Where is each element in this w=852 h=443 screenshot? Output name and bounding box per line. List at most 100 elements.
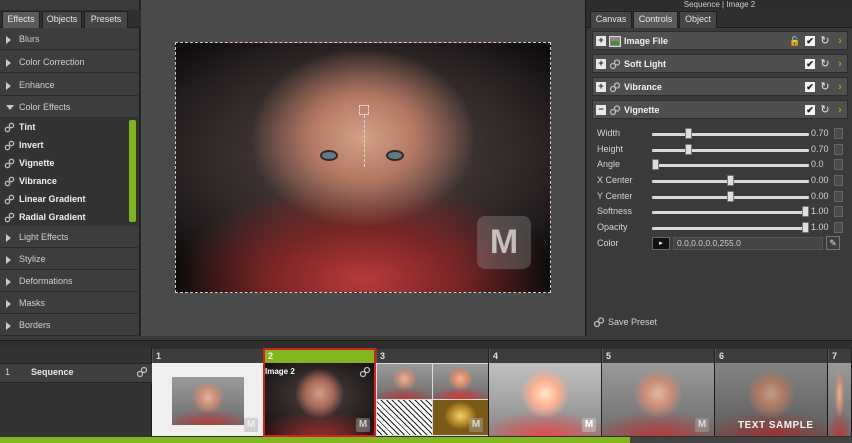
enable-checkbox[interactable]: ✔ [805, 59, 815, 69]
effect-vignette[interactable]: Vignette [0, 154, 128, 172]
layer-image-file[interactable]: + Image File 🔓 ✔ ↻ › [592, 31, 848, 50]
frame-number-5[interactable]: 5 [602, 349, 715, 363]
param-value[interactable]: 0.70 [811, 128, 829, 138]
tab-objects[interactable]: Objects [42, 11, 82, 28]
reset-icon[interactable]: ↻ [819, 35, 831, 47]
category-color-correction[interactable]: Color Correction [0, 51, 138, 73]
frame-number-6[interactable]: 6 [715, 349, 828, 363]
effect-label: Invert [19, 140, 44, 150]
param-value[interactable]: 0.00 [811, 175, 829, 185]
reset-icon[interactable]: ↻ [819, 58, 831, 70]
vignette-center-handle[interactable] [359, 105, 369, 115]
slider-track[interactable] [652, 164, 809, 167]
lock-icon[interactable]: 🔓 [789, 35, 801, 47]
effect-linear-gradient[interactable]: Linear Gradient [0, 190, 128, 208]
category-label: Stylize [19, 254, 46, 264]
spin-button[interactable] [834, 206, 843, 217]
enable-checkbox[interactable]: ✔ [805, 82, 815, 92]
thumbnail-image [172, 377, 244, 425]
slider-knob[interactable] [685, 144, 692, 155]
tab-controls[interactable]: Controls [633, 11, 678, 28]
expand-toggle[interactable]: + [596, 36, 606, 46]
layer-soft-light[interactable]: + Soft Light ✔ ↻ › [592, 54, 848, 73]
slider-knob[interactable] [802, 206, 809, 217]
category-enhance[interactable]: Enhance [0, 74, 138, 96]
slider-knob[interactable] [685, 128, 692, 139]
frame-number-4[interactable]: 4 [489, 349, 602, 363]
effect-list: Tint Invert Vignette Vibrance Linear Gra… [0, 118, 138, 226]
frame-number-1[interactable]: 1 [152, 349, 264, 363]
arrow-right-icon[interactable]: › [835, 58, 845, 70]
category-color-effects[interactable]: Color Effects [0, 96, 138, 118]
param-value[interactable]: 0.70 [811, 144, 829, 154]
category-deformations[interactable]: Deformations [0, 270, 138, 292]
tab-effects[interactable]: Effects [2, 11, 40, 28]
panel-title: Sequence | Image 2 [587, 0, 852, 10]
category-borders[interactable]: Borders [0, 314, 138, 336]
effect-list-scrollbar[interactable] [129, 120, 136, 222]
slider-track[interactable] [652, 211, 809, 214]
param-value[interactable]: 0.0 [811, 159, 824, 169]
slider-knob[interactable] [802, 222, 809, 233]
frame-number-7[interactable]: 7 [828, 349, 852, 363]
frame-thumbnail-4[interactable]: M [489, 363, 602, 436]
enable-checkbox[interactable]: ✔ [805, 105, 815, 115]
expand-toggle[interactable]: + [596, 59, 606, 69]
left-tab-bar: Effects Objects Presets [0, 10, 140, 28]
timeline-progress[interactable] [0, 437, 631, 443]
eyedropper-icon[interactable]: ✎ [826, 236, 840, 250]
reset-icon[interactable]: ↻ [819, 81, 831, 93]
frame-number-3[interactable]: 3 [376, 349, 489, 363]
frame-thumbnail-5[interactable]: M [602, 363, 715, 436]
spin-button[interactable] [834, 144, 843, 155]
sequence-effect-icon[interactable] [136, 366, 148, 378]
slider-knob[interactable] [652, 159, 659, 170]
effect-vibrance[interactable]: Vibrance [0, 172, 128, 190]
slider-knob[interactable] [727, 191, 734, 202]
param-value[interactable]: 0.00 [811, 191, 829, 201]
effect-tint[interactable]: Tint [0, 118, 128, 136]
reset-icon[interactable]: ↻ [819, 104, 831, 116]
color-swatch[interactable]: ▸ [652, 237, 670, 250]
tab-canvas[interactable]: Canvas [590, 11, 632, 28]
frame-thumbnail-1[interactable]: M [152, 363, 264, 436]
spin-button[interactable] [834, 222, 843, 233]
collapse-toggle[interactable]: − [596, 105, 606, 115]
slider-track[interactable] [652, 133, 809, 136]
tab-presets[interactable]: Presets [84, 11, 128, 28]
param-value[interactable]: 1.00 [811, 206, 829, 216]
layer-vignette[interactable]: − Vignette ✔ ↻ › [592, 100, 848, 119]
spin-button[interactable] [834, 175, 843, 186]
category-light-effects[interactable]: Light Effects [0, 226, 138, 248]
tab-object[interactable]: Object [679, 11, 717, 28]
effect-invert[interactable]: Invert [0, 136, 128, 154]
arrow-right-icon[interactable]: › [835, 104, 845, 116]
category-stylize[interactable]: Stylize [0, 248, 138, 270]
timeline-track[interactable] [630, 437, 852, 443]
param-label: Opacity [597, 222, 628, 232]
layer-vibrance[interactable]: + Vibrance ✔ ↻ › [592, 77, 848, 96]
layer-label: Image File [624, 36, 669, 46]
thumbnail-quad-1 [377, 364, 432, 399]
frame-thumbnail-3[interactable]: M [376, 363, 489, 436]
expand-toggle[interactable]: + [596, 82, 606, 92]
photo-eye-right [386, 150, 404, 161]
arrow-right-icon[interactable]: › [835, 81, 845, 93]
category-masks[interactable]: Masks [0, 292, 138, 314]
spin-button[interactable] [834, 159, 843, 170]
category-blurs[interactable]: Blurs [0, 28, 138, 50]
slider-track[interactable] [652, 227, 809, 230]
param-y-center: Y Center 0.00 [597, 189, 847, 205]
enable-checkbox[interactable]: ✔ [805, 36, 815, 46]
frame-watermark: M [695, 418, 709, 432]
arrow-right-icon[interactable]: › [835, 35, 845, 47]
spin-button[interactable] [834, 128, 843, 139]
slider-knob[interactable] [727, 175, 734, 186]
sequence-row[interactable] [0, 363, 152, 383]
slider-track[interactable] [652, 149, 809, 152]
layer-label: Vignette [624, 105, 660, 115]
param-value[interactable]: 1.00 [811, 222, 829, 232]
frame-thumbnail-7[interactable] [828, 363, 852, 436]
spin-button[interactable] [834, 191, 843, 202]
effect-radial-gradient[interactable]: Radial Gradient [0, 208, 128, 226]
